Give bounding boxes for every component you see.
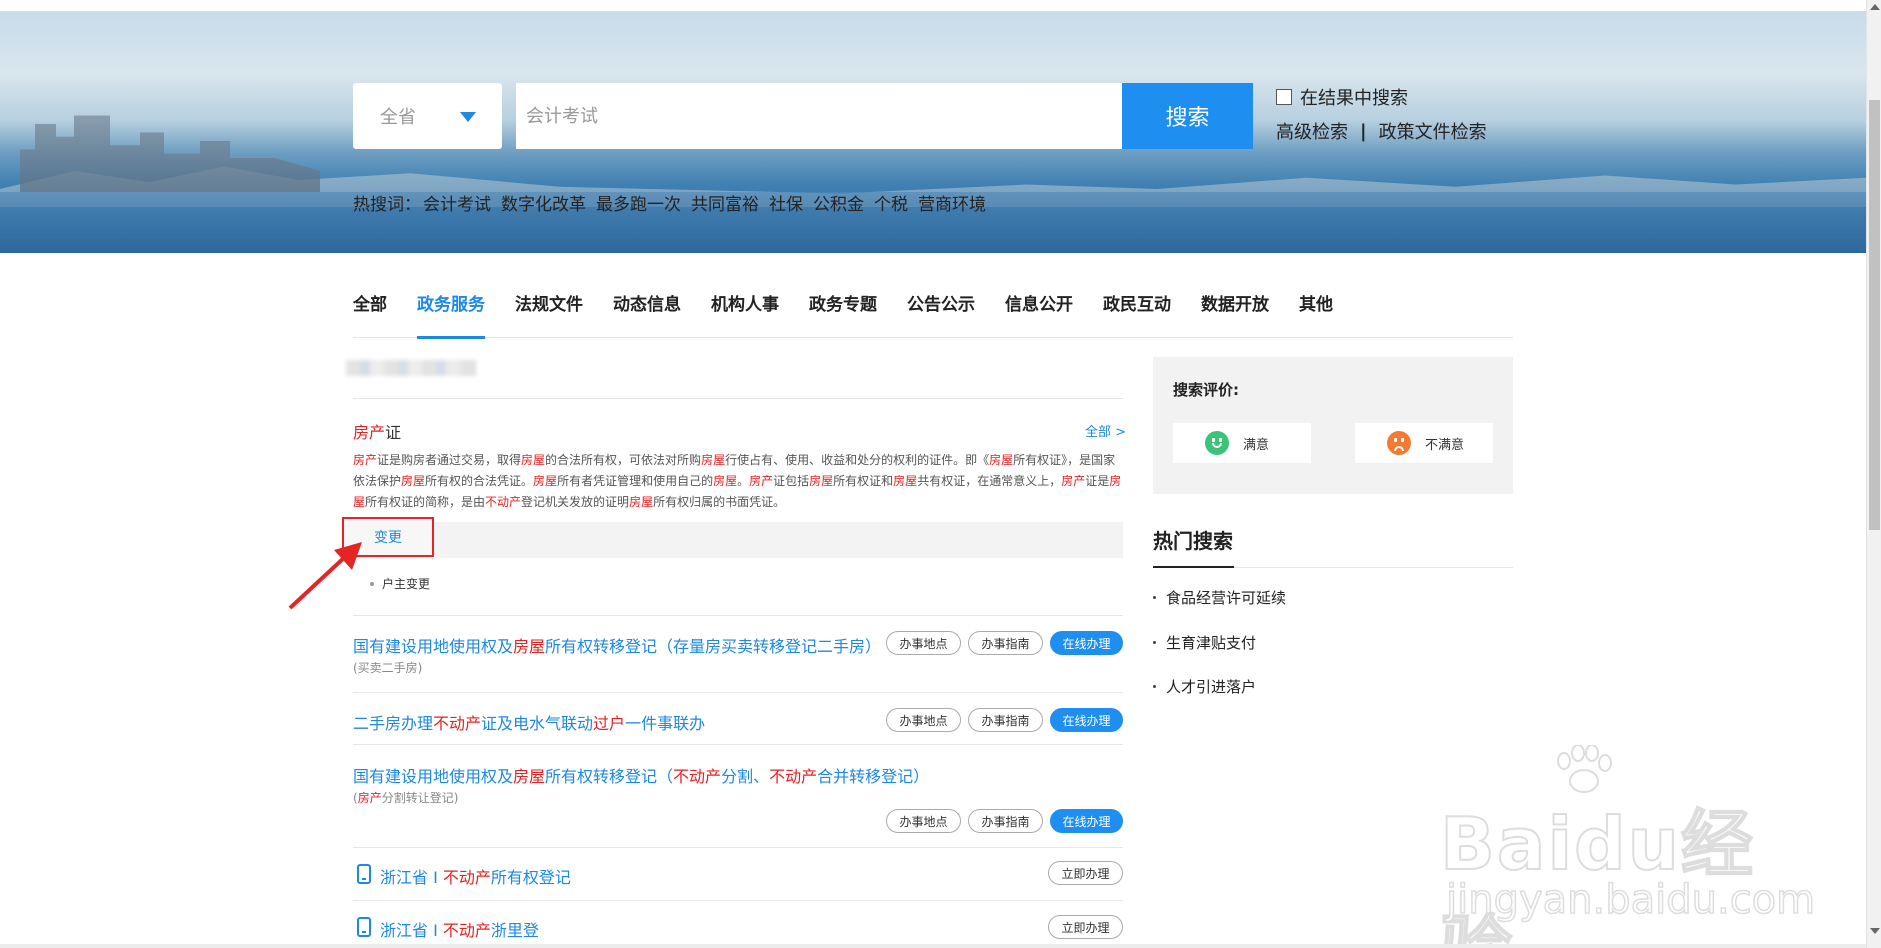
hot-words: 热搜词： 会计考试 数字化改革 最多跑一次 共同富裕 社保 公积金 个税 营商环…	[353, 190, 996, 215]
card-title[interactable]: 房产证	[353, 419, 401, 443]
change-tab-bar	[353, 522, 1123, 558]
watermark-url: jingyan.baidu.com	[1445, 876, 1816, 924]
hot-word[interactable]: 公积金	[813, 190, 864, 215]
scrollbar[interactable]	[1866, 0, 1881, 948]
bullet-icon	[370, 581, 374, 586]
divider	[353, 900, 1123, 901]
divider	[353, 398, 1123, 399]
tab-regulations[interactable]: 法规文件	[515, 293, 583, 338]
search-in-result-checkbox[interactable]	[1276, 89, 1292, 105]
handle-now-button[interactable]: 立即办理	[1048, 915, 1123, 939]
hot-word[interactable]: 最多跑一次	[596, 190, 681, 215]
rating-panel: 搜索评价: 满意 不满意	[1153, 357, 1513, 494]
chevron-down-icon	[460, 112, 476, 122]
online-button[interactable]: 在线办理	[1050, 631, 1123, 655]
zj-service-title[interactable]: 浙江省 I 不动产浙里登	[380, 917, 539, 941]
banner-city	[20, 115, 320, 192]
hot-words-label: 热搜词：	[353, 195, 421, 215]
bullet-icon	[1153, 685, 1156, 688]
hot-word[interactable]: 共同富裕	[691, 190, 759, 215]
rating-title: 搜索评价:	[1173, 381, 1239, 399]
hot-search-item[interactable]: 人才引进落户	[1153, 676, 1256, 697]
hot-search-underline	[1153, 566, 1513, 568]
paw-icon	[1557, 745, 1612, 793]
bullet-icon	[1153, 596, 1156, 599]
location-button[interactable]: 办事地点	[886, 631, 961, 655]
hot-word[interactable]: 个税	[874, 190, 908, 215]
search-in-result-label: 在结果中搜索	[1300, 88, 1408, 109]
divider	[353, 847, 1123, 848]
tab-other[interactable]: 其他	[1299, 293, 1333, 338]
hot-word[interactable]: 营商环境	[918, 190, 986, 215]
blurred-result-count	[346, 360, 476, 376]
region-select-value: 全省	[380, 107, 416, 128]
divider	[353, 692, 1123, 693]
smile-icon	[1205, 431, 1229, 455]
annotation-arrow-icon	[288, 542, 362, 610]
bottom-border	[0, 944, 1866, 948]
scroll-thumb[interactable]	[1869, 100, 1880, 530]
region-select[interactable]: 全省	[353, 83, 502, 149]
search-input[interactable]	[516, 83, 1123, 149]
tab-open-data[interactable]: 数据开放	[1201, 293, 1269, 338]
scroll-up-icon[interactable]	[1870, 4, 1880, 10]
hot-search-item[interactable]: 生育津贴支付	[1153, 632, 1256, 653]
mobile-icon	[357, 917, 371, 937]
service-title[interactable]: 国有建设用地使用权及房屋所有权转移登记（存量房买卖转移登记二手房）	[353, 633, 881, 657]
online-button[interactable]: 在线办理	[1050, 708, 1123, 732]
search-button[interactable]: 搜索	[1122, 83, 1253, 149]
scroll-down-icon[interactable]	[1870, 928, 1880, 934]
tab-interaction[interactable]: 政民互动	[1103, 293, 1171, 338]
frown-icon	[1387, 431, 1411, 455]
satisfied-button[interactable]: 满意	[1173, 423, 1311, 463]
baidu-jingyan-watermark: Baidu经验 jingyan.baidu.com	[1439, 745, 1816, 948]
service-title[interactable]: 二手房办理不动产证及电水气联动过户一件事联办	[353, 710, 705, 734]
card-description: 房产证是购房者通过交易，取得房屋的合法所有权，可依法对所购房屋行使占有、使用、收…	[353, 453, 1122, 509]
card-all-link[interactable]: 全部 >	[1085, 421, 1126, 440]
page: 全省 搜索 在结果中搜索 高级检索 | 政策文件检索 热搜词： 会计考试 数字化…	[0, 0, 1881, 948]
watermark-brand: Baidu经验	[1439, 801, 1755, 948]
hot-word[interactable]: 数字化改革	[501, 190, 586, 215]
tab-gov-service[interactable]: 政务服务	[417, 293, 485, 339]
tab-all[interactable]: 全部	[353, 293, 387, 338]
divider	[353, 615, 1123, 616]
mobile-icon	[357, 864, 371, 884]
unsatisfied-button[interactable]: 不满意	[1355, 423, 1493, 463]
advanced-links: 高级检索 | 政策文件检索	[1276, 118, 1487, 144]
top-border	[0, 0, 1866, 12]
service-subtitle: (房产分割转让登记)	[353, 791, 459, 805]
hot-word[interactable]: 社保	[769, 190, 803, 215]
service-subtitle: (买卖二手房)	[353, 661, 423, 675]
search-in-result-option[interactable]: 在结果中搜索	[1276, 84, 1408, 110]
guide-button[interactable]: 办事指南	[968, 809, 1043, 833]
tab-notices[interactable]: 公告公示	[907, 293, 975, 338]
tab-news[interactable]: 动态信息	[613, 293, 681, 338]
handle-now-button[interactable]: 立即办理	[1048, 861, 1123, 885]
advanced-links-separator: |	[1360, 120, 1367, 142]
online-button[interactable]: 在线办理	[1050, 809, 1123, 833]
sub-item-owner-change[interactable]: 户主变更	[370, 575, 430, 592]
bullet-icon	[1153, 641, 1156, 644]
hot-search-item[interactable]: 食品经营许可延续	[1153, 587, 1286, 608]
hot-search-title: 热门搜索	[1153, 529, 1233, 553]
tab-personnel[interactable]: 机构人事	[711, 293, 779, 338]
guide-button[interactable]: 办事指南	[968, 708, 1043, 732]
guide-button[interactable]: 办事指南	[968, 631, 1043, 655]
policy-search-link[interactable]: 政策文件检索	[1379, 118, 1487, 144]
advanced-search-link[interactable]: 高级检索	[1276, 118, 1348, 144]
location-button[interactable]: 办事地点	[886, 708, 961, 732]
category-tabs: 全部 政务服务 法规文件 动态信息 机构人事 政务专题 公告公示 信息公开 政民…	[353, 293, 1513, 339]
location-button[interactable]: 办事地点	[886, 809, 961, 833]
zj-service-title[interactable]: 浙江省 I 不动产所有权登记	[380, 864, 571, 888]
tab-topics[interactable]: 政务专题	[809, 293, 877, 338]
hot-word[interactable]: 会计考试	[423, 190, 491, 215]
divider	[353, 744, 1123, 745]
service-title[interactable]: 国有建设用地使用权及房屋所有权转移登记（不动产分割、不动产合并转移登记）	[353, 763, 929, 787]
tab-disclosure[interactable]: 信息公开	[1005, 293, 1073, 338]
